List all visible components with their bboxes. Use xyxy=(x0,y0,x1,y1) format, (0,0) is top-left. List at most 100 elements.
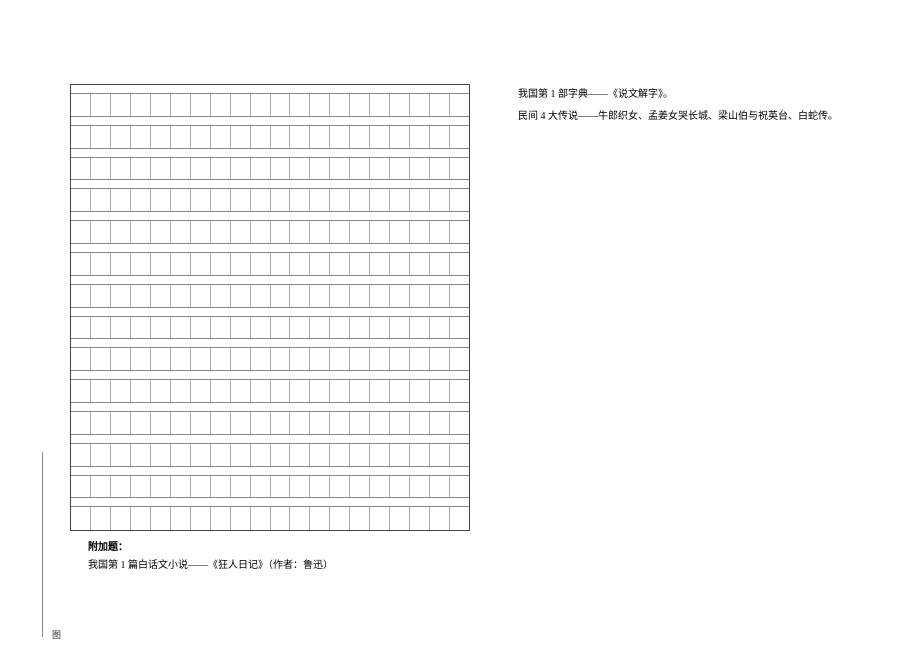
grid-cell xyxy=(350,317,370,339)
grid-cell-row xyxy=(71,158,469,181)
grid-cell xyxy=(191,348,211,370)
grid-cell xyxy=(231,507,251,530)
grid-cell xyxy=(251,189,271,211)
grid-cell xyxy=(251,476,271,498)
grid-gap-row xyxy=(71,435,469,444)
grid-cell xyxy=(410,189,430,211)
grid-cell xyxy=(290,158,310,180)
grid-cell xyxy=(191,476,211,498)
grid-cell xyxy=(450,317,469,339)
grid-cell xyxy=(231,94,251,116)
grid-cell xyxy=(290,444,310,466)
grid-cell xyxy=(231,444,251,466)
grid-gap-row xyxy=(71,498,469,507)
grid-cell xyxy=(111,476,131,498)
grid-cell xyxy=(410,476,430,498)
grid-cell xyxy=(350,285,370,307)
grid-cell xyxy=(370,476,390,498)
grid-gap-row xyxy=(71,308,469,317)
grid-cell xyxy=(171,285,191,307)
grid-cell xyxy=(231,317,251,339)
grid-cell xyxy=(251,444,271,466)
grid-cell xyxy=(71,94,91,116)
grid-cell xyxy=(390,380,410,402)
grid-cell xyxy=(251,380,271,402)
grid-cell-row xyxy=(71,221,469,244)
grid-cell xyxy=(71,444,91,466)
grid-cell xyxy=(231,253,251,275)
grid-cell xyxy=(310,380,330,402)
grid-cell xyxy=(191,507,211,530)
grid-cell xyxy=(350,380,370,402)
grid-gap-row xyxy=(71,212,469,221)
right-line-1: 我国第 1 部字典——《说文解字》。 xyxy=(518,89,673,100)
grid-cell xyxy=(151,380,171,402)
grid-cell xyxy=(430,285,450,307)
grid-cell xyxy=(271,221,291,243)
grid-cell xyxy=(390,444,410,466)
grid-cell xyxy=(71,476,91,498)
grid-cell xyxy=(211,507,231,530)
grid-cell xyxy=(151,221,171,243)
grid-cell xyxy=(390,317,410,339)
grid-cell-row xyxy=(71,126,469,149)
grid-cell xyxy=(310,285,330,307)
grid-cell xyxy=(310,189,330,211)
grid-cell xyxy=(430,94,450,116)
grid-cell xyxy=(271,94,291,116)
grid-cell xyxy=(191,285,211,307)
grid-cell xyxy=(71,158,91,180)
grid-cell xyxy=(290,221,310,243)
grid-cell xyxy=(430,189,450,211)
grid-cell xyxy=(91,253,111,275)
grid-cell xyxy=(131,285,151,307)
grid-cell xyxy=(350,94,370,116)
grid-cell xyxy=(330,285,350,307)
grid-cell xyxy=(171,476,191,498)
grid-cell xyxy=(71,507,91,530)
grid-cell xyxy=(111,94,131,116)
grid-cell xyxy=(350,253,370,275)
grid-cell xyxy=(211,221,231,243)
grid-cell xyxy=(271,189,291,211)
grid-cell xyxy=(111,380,131,402)
grid-cell xyxy=(310,253,330,275)
grid-cell xyxy=(350,126,370,148)
grid-cell xyxy=(390,285,410,307)
grid-cell-row xyxy=(71,348,469,371)
grid-cell xyxy=(271,507,291,530)
grid-cell xyxy=(91,189,111,211)
grid-cell xyxy=(111,285,131,307)
grid-cell xyxy=(290,476,310,498)
grid-gap-row xyxy=(71,149,469,158)
grid-cell xyxy=(211,380,231,402)
grid-cell xyxy=(430,380,450,402)
grid-cell xyxy=(151,285,171,307)
grid-cell xyxy=(390,507,410,530)
grid-cell xyxy=(330,380,350,402)
grid-cell xyxy=(310,317,330,339)
grid-cell xyxy=(231,476,251,498)
grid-cell xyxy=(310,507,330,530)
grid-cell xyxy=(350,189,370,211)
grid-cell xyxy=(430,444,450,466)
grid-cell xyxy=(211,285,231,307)
grid-cell xyxy=(111,189,131,211)
grid-cell xyxy=(370,221,390,243)
grid-cell-row xyxy=(71,412,469,435)
grid-cell xyxy=(330,221,350,243)
grid-cell xyxy=(450,444,469,466)
grid-cell xyxy=(151,158,171,180)
grid-cell-row xyxy=(71,253,469,276)
grid-cell xyxy=(450,412,469,434)
writing-grid xyxy=(70,84,470,531)
grid-cell xyxy=(91,476,111,498)
grid-cell xyxy=(131,507,151,530)
grid-cell xyxy=(390,412,410,434)
grid-cell-row xyxy=(71,507,469,530)
grid-cell xyxy=(290,94,310,116)
grid-cell xyxy=(71,317,91,339)
grid-cell xyxy=(131,380,151,402)
grid-cell xyxy=(330,189,350,211)
grid-gap-row xyxy=(71,85,469,94)
